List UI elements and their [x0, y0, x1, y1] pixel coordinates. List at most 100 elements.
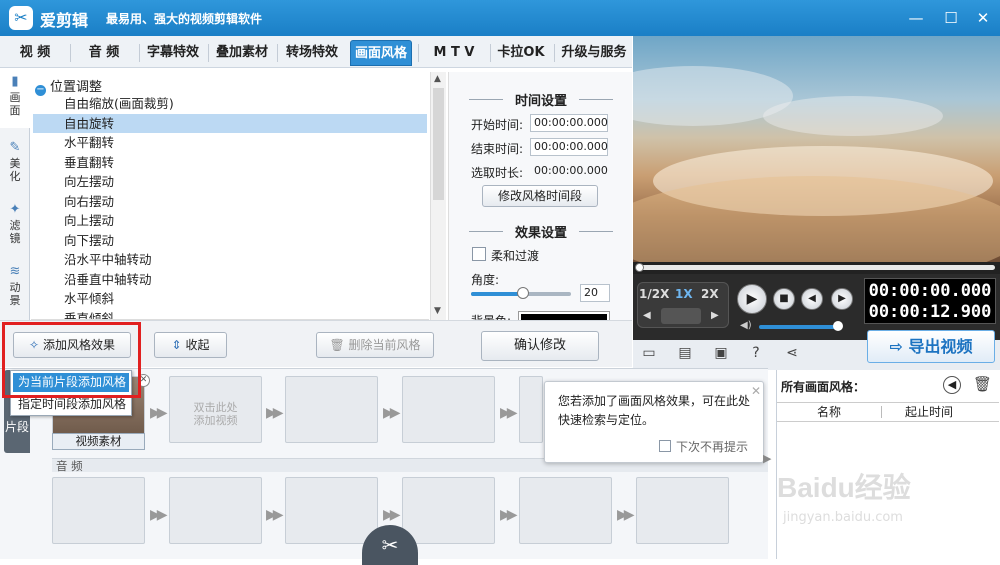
time-settings-heading: 时间设置 [449, 90, 632, 109]
step-forward-icon[interactable]: ▶ [711, 310, 719, 321]
jog-wheel[interactable] [661, 308, 701, 324]
style-settings-panel: 时间设置 开始时间: 00:00:00.000 结束时间: 00:00:00.0… [448, 72, 632, 320]
play-button[interactable]: ▶ [737, 284, 767, 314]
empty-audio-slot[interactable] [52, 477, 145, 544]
list-item[interactable]: 向左摆动 [33, 172, 427, 192]
tab-karaoke[interactable]: 卡拉OK [492, 40, 550, 66]
open-folder-icon[interactable]: ▤ [675, 345, 695, 363]
list-item[interactable]: 自由缩放(画面裁剪) [33, 94, 427, 114]
list-group-header[interactable]: − 位置调整 [35, 76, 102, 96]
background-color-swatch[interactable] [518, 311, 610, 320]
empty-video-slot[interactable] [402, 376, 495, 443]
arrow-icon: ▶▶ [266, 405, 283, 421]
tab-mtv[interactable]: M T V [422, 40, 486, 66]
panel-expand-icon[interactable]: ▶ [763, 452, 771, 465]
angle-slider-thumb[interactable] [517, 287, 529, 299]
list-item[interactable]: 向右摆动 [33, 192, 427, 212]
stop-button[interactable]: ■ [773, 288, 795, 310]
empty-audio-slot[interactable] [519, 477, 612, 544]
styles-table-header: 名称 起止时间 [777, 402, 999, 422]
nav-item-filter[interactable]: ✦ 滤镜 [0, 196, 30, 256]
list-item[interactable]: 垂直倾斜 [33, 309, 427, 320]
list-item[interactable]: 水平倾斜 [33, 289, 427, 309]
style-list: − 位置调整 自由缩放(画面裁剪) 自由旋转 水平翻转 垂直翻转 向左摆动 向右摆… [31, 72, 429, 320]
seek-thumb[interactable] [635, 263, 644, 272]
tab-video[interactable]: 视 频 [6, 40, 64, 66]
modify-time-range-button[interactable]: 修改风格时间段 [482, 185, 598, 207]
step-back-icon[interactable]: ◀ [643, 310, 651, 321]
total-time: 00:00:12.900 [868, 302, 992, 322]
arrow-icon: ▶▶ [383, 507, 400, 523]
add-video-slot[interactable]: 双击此处 添加视频 [169, 376, 262, 443]
empty-audio-slot[interactable] [636, 477, 729, 544]
highlight-box [2, 322, 141, 398]
angle-input[interactable]: 20 [580, 284, 610, 302]
end-time-field[interactable]: 00:00:00.000 [530, 138, 608, 156]
close-button[interactable]: ✕ [970, 6, 996, 30]
scroll-down-icon[interactable]: ▼ [434, 306, 441, 316]
confirm-modify-button[interactable]: 确认修改 [481, 331, 599, 361]
nav-item-beautify[interactable]: ✎ 美化 [0, 134, 30, 194]
tab-transition[interactable]: 转场特效 [280, 40, 344, 66]
next-frame-button[interactable]: ▶ [831, 288, 853, 310]
locate-icon[interactable]: ◀ [943, 376, 961, 394]
current-time: 00:00:00.000 [868, 281, 992, 301]
speed-half-button[interactable]: 1/2X [639, 287, 669, 301]
prev-frame-button[interactable]: ◀ [801, 288, 823, 310]
arrow-icon: ▶▶ [617, 507, 634, 523]
maximize-button[interactable]: ☐ [938, 6, 964, 30]
export-video-button[interactable]: ⇨ 导出视频 [867, 330, 995, 363]
empty-video-slot[interactable] [519, 376, 543, 443]
speed-1x-button[interactable]: 1X [675, 287, 693, 301]
app-slogan: 最易用、强大的视频剪辑软件 [106, 12, 263, 26]
app-logo-icon: ✂ [9, 6, 33, 30]
list-item-selected[interactable]: 自由旋转 [33, 113, 427, 133]
scroll-thumb[interactable] [433, 88, 444, 200]
list-item[interactable]: 向上摆动 [33, 211, 427, 231]
empty-video-slot[interactable] [285, 376, 378, 443]
empty-audio-slot[interactable] [285, 477, 378, 544]
volume-thumb[interactable] [833, 321, 843, 331]
save-icon[interactable]: ▣ [711, 345, 731, 363]
trash-icon: 🗑 [329, 338, 345, 352]
list-item[interactable]: 沿垂直中轴转动 [33, 270, 427, 290]
empty-audio-slot[interactable] [169, 477, 262, 544]
list-item[interactable]: 水平翻转 [33, 133, 427, 153]
tab-audio[interactable]: 音 频 [74, 40, 134, 66]
minimize-button[interactable]: — [903, 6, 929, 30]
collapse-arrows-icon: ⇕ [171, 338, 182, 352]
fade-checkbox[interactable] [472, 247, 486, 261]
time-display: 00:00:00.000 00:00:12.900 [864, 278, 996, 324]
nav-item-screen[interactable]: ▮ 画面 [0, 68, 31, 128]
scroll-up-icon[interactable]: ▲ [434, 74, 441, 84]
app-title: 爱剪辑 [40, 11, 89, 30]
list-item[interactable]: 垂直翻转 [33, 153, 427, 173]
volume-icon[interactable]: ◀) [740, 320, 752, 331]
collapse-button[interactable]: ⇕ 收起 [154, 332, 227, 358]
share-icon[interactable]: ⋖ [782, 345, 802, 363]
help-icon[interactable]: ? [746, 345, 766, 363]
left-category-nav: ▮ 画面 ✎ 美化 ✦ 滤镜 ≋ 动景 [0, 68, 31, 320]
tab-subtitle[interactable]: 字幕特效 [142, 40, 204, 66]
list-item[interactable]: 沿水平中轴转动 [33, 250, 427, 270]
list-scrollbar[interactable]: ▲ ▼ [430, 72, 446, 320]
tab-upgrade[interactable]: 升级与服务 [557, 40, 631, 66]
duration-value: 00:00:00.000 [534, 164, 608, 177]
empty-audio-slot[interactable] [402, 477, 495, 544]
dont-show-checkbox[interactable] [659, 440, 671, 452]
baidu-watermark: Baidu经验 [777, 472, 911, 503]
tab-picture-style[interactable]: 画面风格 [350, 40, 412, 66]
list-item[interactable]: 向下摆动 [33, 231, 427, 251]
delete-style-button[interactable]: 🗑 删除当前风格 [316, 332, 434, 358]
trash-icon[interactable]: 🗑 [973, 375, 992, 393]
nav-item-motion[interactable]: ≋ 动景 [0, 258, 30, 318]
tip-close-icon[interactable]: ✕ [751, 384, 761, 398]
volume-slider[interactable] [759, 325, 839, 329]
start-time-field[interactable]: 00:00:00.000 [530, 114, 608, 132]
effect-settings-heading: 效果设置 [449, 222, 632, 241]
tab-overlay[interactable]: 叠加素材 [211, 40, 273, 66]
seek-bar[interactable] [633, 262, 1000, 274]
screen-icon: ▮ [11, 74, 19, 89]
new-project-icon[interactable]: ▭ [639, 345, 659, 363]
speed-2x-button[interactable]: 2X [701, 287, 719, 301]
